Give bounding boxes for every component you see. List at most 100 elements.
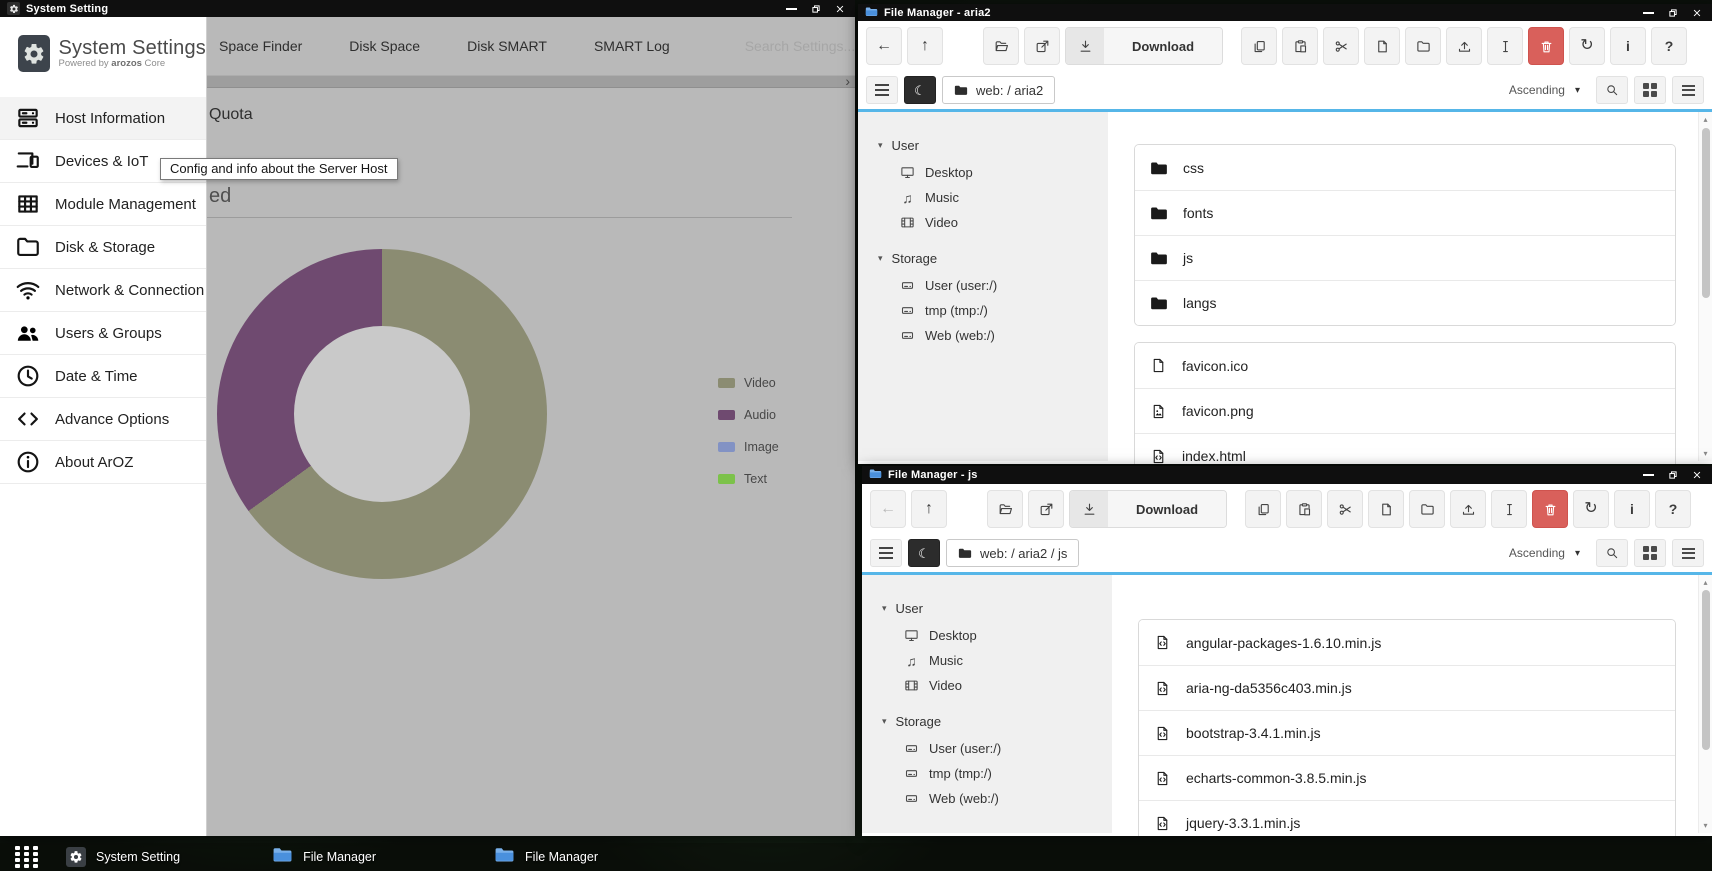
sidebar-item-about-aroz[interactable]: About ArOZ [0, 441, 206, 484]
scroll-up-icon[interactable]: ▴ [1699, 578, 1712, 587]
list-view-button[interactable] [1672, 76, 1704, 104]
file-row-index-html[interactable]: index.html [1135, 433, 1675, 464]
fm-aria2-titlebar[interactable]: File Manager - aria2 [858, 4, 1712, 21]
tree-item-video[interactable]: Video [882, 673, 1102, 698]
new-folder-button[interactable] [1409, 490, 1445, 528]
refresh-button[interactable]: ↻ [1573, 490, 1609, 528]
tab-disk-space[interactable]: Disk Space [349, 38, 420, 54]
sidebar-item-host-information[interactable]: Host Information [0, 97, 206, 140]
upload-button[interactable] [1450, 490, 1486, 528]
app-launcher-button[interactable] [15, 846, 38, 868]
system-settings-titlebar[interactable]: System Setting [0, 0, 855, 17]
open-external-button[interactable] [1024, 27, 1060, 65]
search-settings-input[interactable]: Search Settings... [745, 38, 855, 54]
file-row-favicon-png[interactable]: favicon.png [1135, 388, 1675, 433]
new-file-button[interactable] [1364, 27, 1400, 65]
scroll-up-icon[interactable]: ▴ [1699, 115, 1712, 124]
tree-item-desktop[interactable]: Desktop [882, 623, 1102, 648]
tree-item-music[interactable]: ♫Music [878, 185, 1098, 210]
taskbar-item-system-setting[interactable]: System Setting [66, 847, 180, 867]
scrollbar-thumb[interactable] [1702, 590, 1710, 750]
fm-js-titlebar[interactable]: File Manager - js [862, 466, 1712, 484]
grid-view-button[interactable] [1634, 76, 1666, 104]
scroll-down-icon[interactable]: ▾ [1699, 449, 1712, 458]
file-row-bootstrap[interactable]: bootstrap-3.4.1.min.js [1139, 710, 1675, 755]
tree-item-music[interactable]: ♫Music [882, 648, 1102, 673]
search-button[interactable] [1596, 539, 1628, 567]
folder-row-langs[interactable]: langs [1135, 280, 1675, 325]
minimize-icon[interactable] [786, 8, 797, 10]
file-row-jquery[interactable]: jquery-3.3.1.min.js [1139, 800, 1675, 836]
breadcrumb[interactable]: web: / aria2 [942, 76, 1055, 104]
tree-item-user-drive[interactable]: User (user:/) [878, 273, 1098, 298]
scroll-down-icon[interactable]: ▾ [1699, 821, 1712, 830]
tree-item-web-drive[interactable]: Web (web:/) [878, 323, 1098, 348]
open-external-button[interactable] [1028, 490, 1064, 528]
breadcrumb[interactable]: web: / aria2 / js [946, 539, 1079, 567]
sidebar-item-network-connection[interactable]: Network & Connection [0, 269, 206, 312]
paste-button[interactable] [1282, 27, 1318, 65]
list-view-button[interactable] [1672, 539, 1704, 567]
sidebar-item-disk-storage[interactable]: Disk & Storage [0, 226, 206, 269]
legend-item-video[interactable]: Video [718, 367, 779, 399]
close-icon[interactable] [1692, 8, 1702, 18]
file-row-echarts[interactable]: echarts-common-3.8.5.min.js [1139, 755, 1675, 800]
paste-button[interactable] [1286, 490, 1322, 528]
open-button[interactable] [987, 490, 1023, 528]
file-row-favicon-ico[interactable]: favicon.ico [1135, 343, 1675, 388]
minimize-icon[interactable] [1643, 12, 1654, 14]
grid-view-button[interactable] [1634, 539, 1666, 567]
folder-row-fonts[interactable]: fonts [1135, 190, 1675, 235]
taskbar-item-file-manager-1[interactable]: File Manager [272, 846, 376, 868]
sidebar-item-date-time[interactable]: Date & Time [0, 355, 206, 398]
refresh-button[interactable]: ↻ [1569, 27, 1605, 65]
upload-button[interactable] [1446, 27, 1482, 65]
tree-item-user-drive[interactable]: User (user:/) [882, 736, 1102, 761]
help-button[interactable]: ? [1655, 490, 1691, 528]
scrollbar-thumb[interactable] [1702, 128, 1710, 298]
restore-icon[interactable] [811, 4, 821, 14]
rename-button[interactable] [1491, 490, 1527, 528]
copy-button[interactable] [1241, 27, 1277, 65]
tree-section-storage[interactable]: ▾ Storage [882, 712, 1102, 730]
legend-item-image[interactable]: Image [718, 431, 779, 463]
scrollbar[interactable]: ▴ ▾ [1698, 112, 1712, 461]
cut-button[interactable] [1323, 27, 1359, 65]
close-icon[interactable] [835, 4, 845, 14]
delete-button[interactable] [1532, 490, 1568, 528]
copy-button[interactable] [1245, 490, 1281, 528]
tree-item-desktop[interactable]: Desktop [878, 160, 1098, 185]
close-icon[interactable] [1692, 470, 1702, 480]
tab-smart-log[interactable]: SMART Log [594, 38, 670, 54]
sidebar-item-users-groups[interactable]: Users & Groups [0, 312, 206, 355]
tree-section-storage[interactable]: ▾ Storage [878, 249, 1098, 267]
sidebar-item-module-management[interactable]: Module Management [0, 183, 206, 226]
dark-mode-toggle[interactable]: ☾ [908, 539, 940, 567]
up-button[interactable]: ↑ [907, 27, 943, 65]
rename-button[interactable] [1487, 27, 1523, 65]
maximize-icon[interactable] [1668, 8, 1678, 18]
sort-order-dropdown[interactable]: Ascending ▾ [1509, 546, 1580, 560]
help-button[interactable]: ? [1651, 27, 1687, 65]
dark-mode-toggle[interactable]: ☾ [904, 76, 936, 104]
cut-button[interactable] [1327, 490, 1363, 528]
info-button[interactable]: i [1610, 27, 1646, 65]
folder-row-js[interactable]: js [1135, 235, 1675, 280]
scrollbar[interactable]: ▴ ▾ [1698, 575, 1712, 833]
tree-section-user[interactable]: ▾ User [882, 599, 1102, 617]
file-row-angular[interactable]: angular-packages-1.6.10.min.js [1139, 620, 1675, 665]
tree-item-tmp-drive[interactable]: tmp (tmp:/) [882, 761, 1102, 786]
legend-item-audio[interactable]: Audio [718, 399, 779, 431]
info-button[interactable]: i [1614, 490, 1650, 528]
new-file-button[interactable] [1368, 490, 1404, 528]
search-button[interactable] [1596, 76, 1628, 104]
delete-button[interactable] [1528, 27, 1564, 65]
tab-overflow-arrow-icon[interactable]: › [845, 73, 850, 89]
taskbar-item-file-manager-2[interactable]: File Manager [494, 846, 598, 868]
tree-section-user[interactable]: ▾ User [878, 136, 1098, 154]
download-button[interactable]: Download [1065, 27, 1223, 65]
back-button[interactable]: ← [870, 490, 906, 528]
tree-item-tmp-drive[interactable]: tmp (tmp:/) [878, 298, 1098, 323]
sort-order-dropdown[interactable]: Ascending ▾ [1509, 83, 1580, 97]
tab-scroll-strip[interactable]: › [207, 75, 855, 88]
